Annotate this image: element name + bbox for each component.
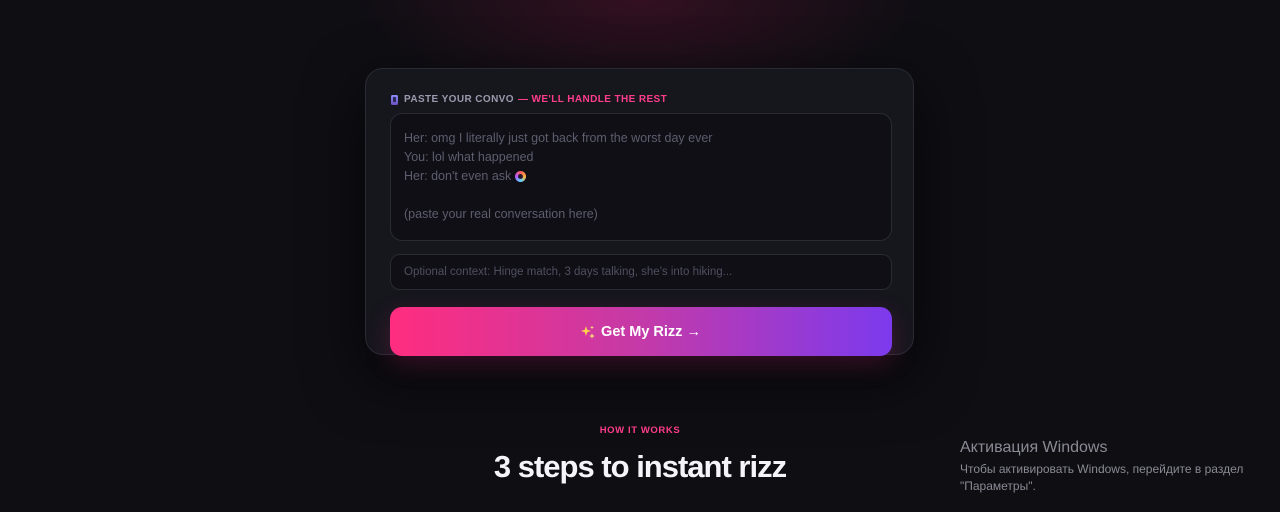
convo-spacer	[404, 186, 878, 205]
activation-title: Активация Windows	[960, 439, 1108, 456]
convo-line-1: Her: omg I literally just got back from …	[404, 131, 713, 145]
convo-line-2: You: lol what happened	[404, 150, 534, 164]
phone-icon	[391, 94, 398, 105]
convo-card: PASTE YOUR CONVO — WE'LL HANDLE THE REST…	[365, 68, 914, 356]
convo-line-4: (paste your real conversation here)	[404, 207, 598, 221]
windows-activation-watermark: Активация Windows Чтобы активировать Win…	[960, 438, 1270, 495]
face-emoji-icon	[515, 171, 527, 182]
card-label-accent: — WE'LL HANDLE THE REST	[517, 94, 668, 105]
sparkles-icon	[581, 325, 596, 339]
activation-text: Чтобы активировать Windows, перейдите в …	[960, 462, 1244, 493]
page: PASTE YOUR CONVO — WE'LL HANDLE THE REST…	[0, 0, 1280, 512]
get-my-rizz-label: Get My Rizz →	[601, 323, 701, 340]
how-it-works-label: HOW IT WORKS	[599, 425, 681, 436]
convo-line-3-text: Her: don't even ask	[404, 169, 512, 183]
convo-textarea[interactable]: Her: omg I literally just got back from …	[390, 113, 892, 241]
card-label-main: PASTE YOUR CONVO	[404, 94, 514, 105]
get-my-rizz-button[interactable]: Get My Rizz →	[390, 307, 892, 356]
card-label: PASTE YOUR CONVO — WE'LL HANDLE THE REST	[391, 94, 667, 105]
convo-line-3: Her: don't even ask	[404, 167, 878, 186]
context-input[interactable]	[390, 254, 892, 290]
